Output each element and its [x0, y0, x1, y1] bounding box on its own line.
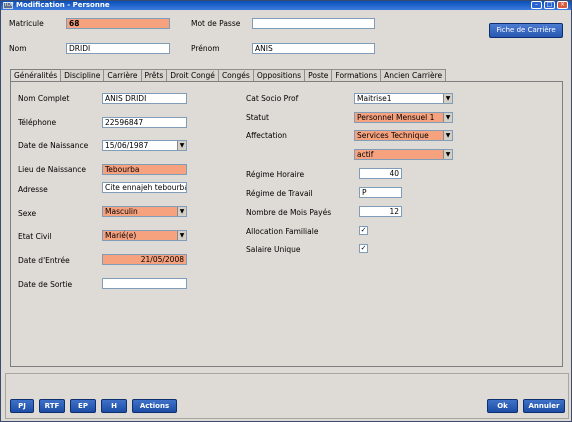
tab-formations[interactable]: Formations: [331, 69, 382, 81]
date-sortie-field[interactable]: [102, 278, 187, 289]
chevron-down-icon[interactable]: ▼: [443, 131, 452, 140]
prenom-label: Prénom: [191, 44, 220, 53]
adresse-field[interactable]: Cite ennajeh tebourba: [102, 182, 187, 193]
salaire-label: Salaire Unique: [246, 245, 301, 254]
maximize-icon[interactable]: □: [544, 1, 555, 9]
etat-value: actif: [357, 150, 374, 159]
prenom-field[interactable]: ANIS: [252, 43, 375, 54]
pj-button[interactable]: PJ: [10, 399, 34, 413]
tab-prets[interactable]: Prêts: [140, 69, 168, 81]
app-icon: TDF: [3, 2, 14, 9]
tab-bar: Généralités Discipline Carrière Prêts Dr…: [10, 69, 447, 82]
chevron-down-icon[interactable]: ▼: [443, 150, 452, 159]
regime-horaire-field[interactable]: 40: [359, 168, 402, 179]
affectation-label: Affectation: [246, 131, 287, 140]
cat-socio-value: Maitrise1: [357, 94, 392, 103]
tab-conges[interactable]: Congés: [217, 69, 254, 81]
tab-ancien-carriere[interactable]: Ancien Carrière: [380, 69, 447, 81]
chevron-down-icon[interactable]: ▼: [443, 113, 452, 122]
close-icon[interactable]: ×: [557, 1, 568, 9]
minimize-icon[interactable]: –: [531, 1, 542, 9]
h-button[interactable]: H: [101, 399, 127, 413]
regime-travail-label: Régime de Travail: [246, 189, 313, 198]
cat-socio-label: Cat Socio Prof: [246, 94, 299, 103]
salaire-checkbox[interactable]: ✓: [359, 244, 368, 253]
regime-horaire-label: Régime Horaire: [246, 170, 305, 179]
chevron-down-icon[interactable]: ▼: [177, 231, 186, 240]
modification-window: TDF Modification - Personne – □ × Matric…: [0, 0, 572, 422]
nb-mois-label: Nombre de Mois Payés: [246, 208, 332, 217]
etat-civil-value: Marié(e): [105, 231, 137, 240]
sexe-value: Masculin: [105, 207, 138, 216]
nom-field[interactable]: DRIDI: [66, 43, 170, 54]
chevron-down-icon[interactable]: ▼: [443, 94, 452, 103]
allocation-label: Allocation Familiale: [246, 227, 319, 236]
date-entree-field[interactable]: 21/05/2008: [102, 254, 187, 265]
statut-value: Personnel Mensuel 1: [357, 113, 435, 122]
cat-socio-select[interactable]: Maitrise1 ▼: [354, 93, 453, 104]
nom-complet-label: Nom Complet: [18, 94, 70, 103]
adresse-label: Adresse: [18, 185, 48, 194]
tab-poste[interactable]: Poste: [304, 69, 333, 81]
matricule-label: Matricule: [9, 19, 44, 28]
affectation-select[interactable]: Services Technique ▼: [354, 130, 453, 141]
window-title: Modification - Personne: [16, 1, 110, 9]
telephone-label: Téléphone: [18, 118, 57, 127]
statut-label: Statut: [246, 113, 269, 122]
date-naissance-label: Date de Naissance: [18, 141, 89, 150]
statut-select[interactable]: Personnel Mensuel 1 ▼: [354, 112, 453, 123]
ep-button[interactable]: EP: [70, 399, 96, 413]
allocation-checkbox[interactable]: ✓: [359, 226, 368, 235]
affectation-value: Services Technique: [357, 131, 429, 140]
etat-civil-label: Etat Civil: [18, 232, 52, 241]
title-bar: TDF Modification - Personne – □ ×: [1, 1, 571, 10]
etat-civil-select[interactable]: Marié(e) ▼: [102, 230, 187, 241]
actions-button[interactable]: Actions: [132, 399, 177, 413]
generalites-panel: [10, 81, 563, 367]
tab-oppositions[interactable]: Oppositions: [252, 69, 306, 81]
annuler-button[interactable]: Annuler: [523, 399, 565, 413]
lieu-naissance-field[interactable]: Tebourba: [102, 164, 187, 175]
date-naissance-value: 15/06/1987: [105, 141, 149, 150]
tab-carriere[interactable]: Carrière: [103, 69, 142, 81]
ok-button[interactable]: Ok: [487, 399, 518, 413]
chevron-down-icon[interactable]: ▼: [177, 207, 186, 216]
chevron-down-icon[interactable]: ▼: [177, 141, 186, 150]
fiche-de-carriere-button[interactable]: Fiche de Carrière: [489, 23, 563, 38]
tab-discipline[interactable]: Discipline: [60, 69, 105, 81]
mot-de-passe-field[interactable]: [252, 18, 375, 29]
tab-droit-conge[interactable]: Droit Congé: [166, 69, 219, 81]
nb-mois-field[interactable]: 12: [359, 206, 402, 217]
nom-complet-field[interactable]: ANIS DRIDI: [102, 93, 187, 104]
sexe-label: Sexe: [18, 209, 37, 218]
telephone-field[interactable]: 22596847: [102, 117, 187, 128]
nom-label: Nom: [9, 44, 27, 53]
regime-travail-field[interactable]: P: [359, 187, 402, 198]
rtf-button[interactable]: RTF: [39, 399, 65, 413]
date-sortie-label: Date de Sortie: [18, 280, 73, 289]
etat-select[interactable]: actif ▼: [354, 149, 453, 160]
matricule-field[interactable]: 68: [66, 18, 170, 29]
mot-de-passe-label: Mot de Passe: [191, 19, 241, 28]
date-entree-label: Date d'Entrée: [18, 256, 70, 265]
date-naissance-picker[interactable]: 15/06/1987 ▼: [102, 140, 187, 151]
lieu-naissance-label: Lieu de Naissance: [18, 165, 86, 174]
sexe-select[interactable]: Masculin ▼: [102, 206, 187, 217]
